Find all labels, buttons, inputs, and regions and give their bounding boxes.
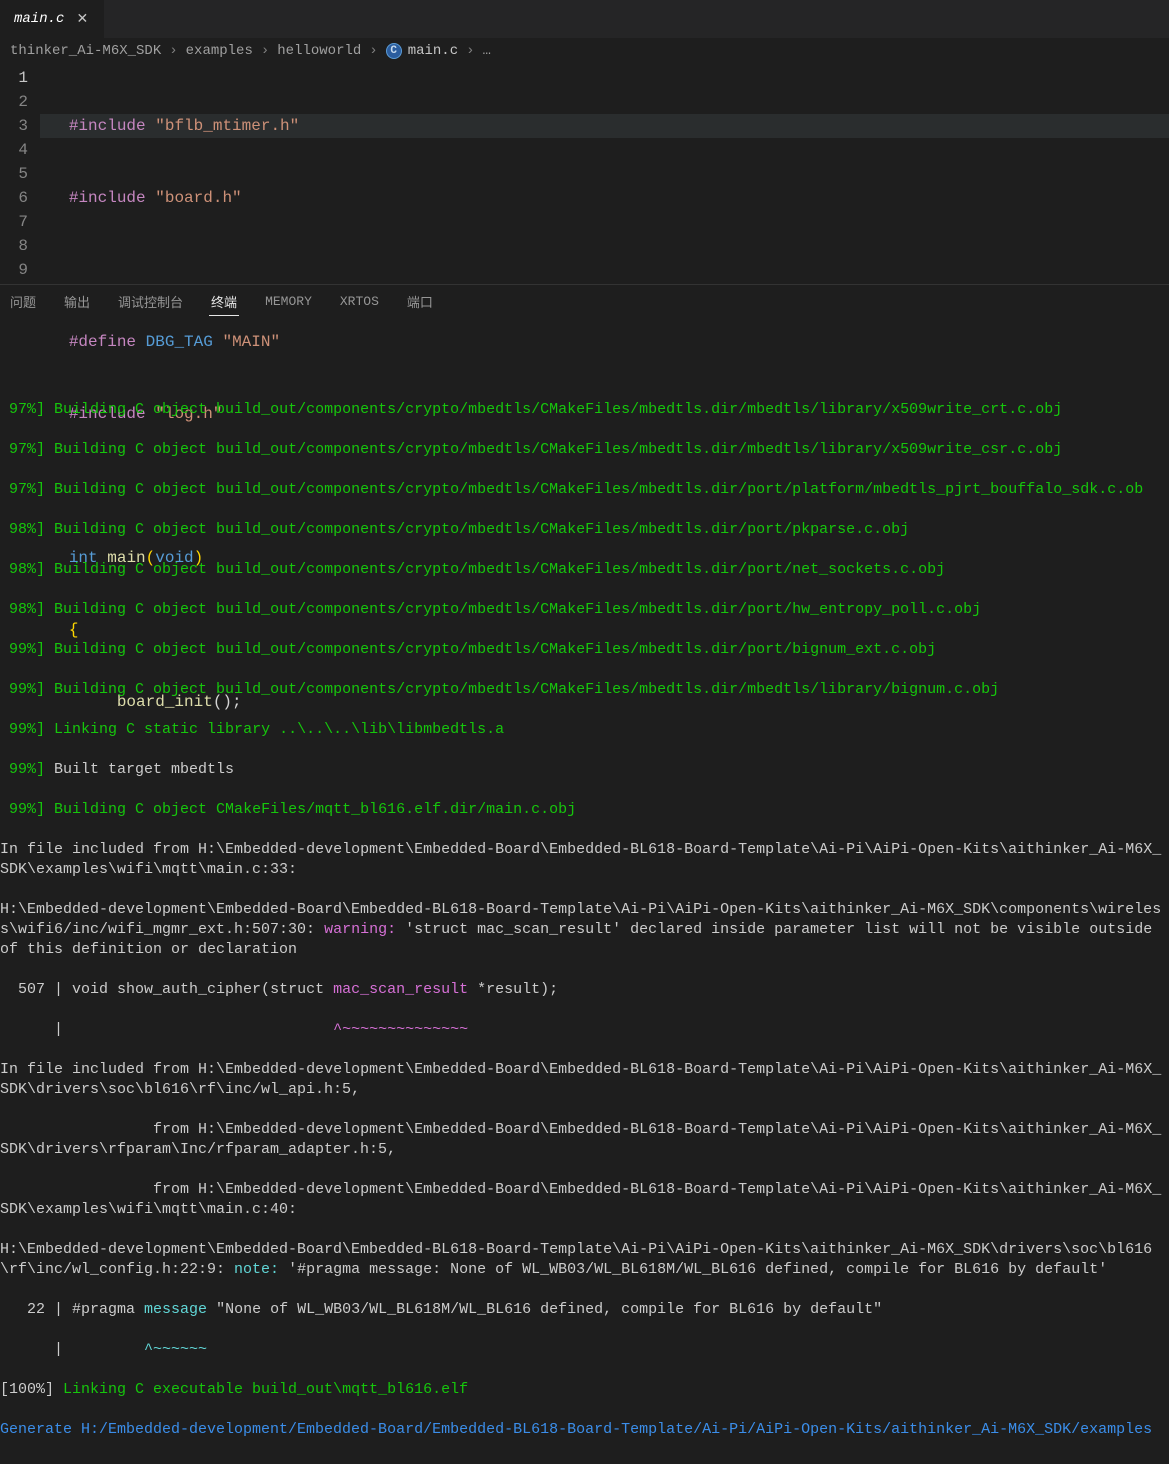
tab-problems[interactable]: 问题 [8,288,38,315]
tab-memory[interactable]: MEMORY [263,290,314,313]
breadcrumb-segment[interactable]: examples [186,43,253,59]
c-file-icon: C [386,43,402,59]
line-number-gutter: 1 2 3 4 5 6 7 8 9 [0,64,40,284]
chevron-right-icon: › [169,43,177,59]
tab-terminal[interactable]: 终端 [209,288,239,316]
breadcrumb-segment-current[interactable]: C main.c [386,43,458,59]
file-tab-main-c[interactable]: main.c ✕ [0,0,104,38]
tab-label: main.c [14,11,64,27]
chevron-right-icon: › [369,43,377,59]
breadcrumb-segment[interactable]: helloworld [277,43,361,59]
code-editor[interactable]: 1 2 3 4 5 6 7 8 9 #include "bflb_mtimer.… [0,64,1169,284]
breadcrumb-trail[interactable]: … [483,43,491,59]
chevron-right-icon: › [466,43,474,59]
tab-debug-console[interactable]: 调试控制台 [116,288,185,315]
breadcrumb: thinker_Ai-M6X_SDK › examples › hellowor… [0,38,1169,64]
code-content[interactable]: #include "bflb_mtimer.h" #include "board… [40,64,1169,284]
breadcrumb-segment[interactable]: thinker_Ai-M6X_SDK [10,43,161,59]
tab-ports[interactable]: 端口 [405,288,435,315]
tab-bar: main.c ✕ [0,0,1169,38]
chevron-right-icon: › [261,43,269,59]
terminal-output[interactable]: 97%] Building C object build_out/compone… [0,318,1169,1464]
close-icon[interactable]: ✕ [74,11,90,27]
tab-output[interactable]: 输出 [62,288,92,315]
tab-xrtos[interactable]: XRTOS [338,290,381,313]
